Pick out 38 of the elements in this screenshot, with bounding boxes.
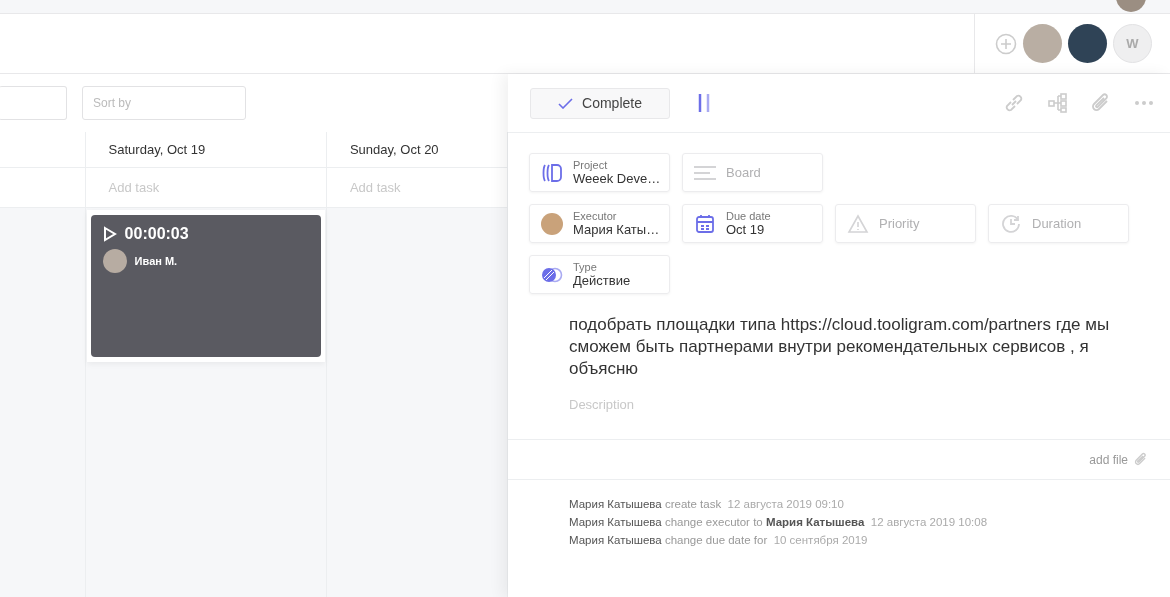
clock-icon xyxy=(1001,213,1021,234)
warning-icon xyxy=(847,213,869,234)
complete-button[interactable]: Complete xyxy=(530,87,670,119)
hierarchy-icon[interactable] xyxy=(1048,93,1068,113)
duration-field[interactable]: Duration xyxy=(988,204,1129,243)
activity-entry: Мария Катышева change executor to Мария Катышева 12 августа 2019 10:08 xyxy=(569,515,989,530)
circles-icon xyxy=(541,266,563,283)
paperclip-icon[interactable] xyxy=(1091,92,1111,114)
avatar xyxy=(102,249,127,273)
link-icon[interactable] xyxy=(1003,92,1025,114)
column-title: Sunday, Oct 20 xyxy=(349,142,439,157)
play-icon[interactable] xyxy=(102,226,117,242)
calendar-icon xyxy=(695,213,715,234)
sort-field[interactable]: Sort by xyxy=(82,86,246,120)
project-field[interactable]: Project Weeek Deve… xyxy=(529,153,670,192)
more-icon[interactable] xyxy=(1134,100,1154,106)
executor-field[interactable]: Executor Мария Каты… xyxy=(529,204,670,243)
board-field[interactable]: Board xyxy=(682,153,823,192)
timer-time: 00:00:03 xyxy=(124,225,189,243)
activity-entry: Мария Катышева create task 12 августа 2019 09:10 xyxy=(569,497,845,512)
priority-field[interactable]: Priority xyxy=(835,204,976,243)
avatar[interactable] xyxy=(1068,24,1107,63)
filter-field[interactable] xyxy=(0,86,67,120)
avatar xyxy=(541,212,563,235)
activity-entry: Мария Катышева change due date for 10 сентября 2019 xyxy=(569,533,869,548)
due-field[interactable]: Due date Oct 19 xyxy=(682,204,823,243)
add-file-link[interactable]: add file xyxy=(1089,452,1128,467)
avatar[interactable]: W xyxy=(1113,24,1152,63)
task-description[interactable]: подобрать площадки типа https://cloud.tooligram.com/partners где мы сможем быть партнерами внутри рекомендательных сервисов , я объясню xyxy=(569,314,1122,380)
check-icon xyxy=(558,97,574,109)
lines-icon xyxy=(693,164,717,181)
board-icon xyxy=(541,163,563,182)
type-field[interactable]: Type Действие xyxy=(529,255,670,294)
add-icon[interactable] xyxy=(995,32,1017,55)
paperclip-icon[interactable] xyxy=(1134,452,1148,467)
column-title: Saturday, Oct 19 xyxy=(108,142,206,157)
pause-icon[interactable] xyxy=(697,94,711,112)
user-name: Иван М. xyxy=(134,255,178,267)
